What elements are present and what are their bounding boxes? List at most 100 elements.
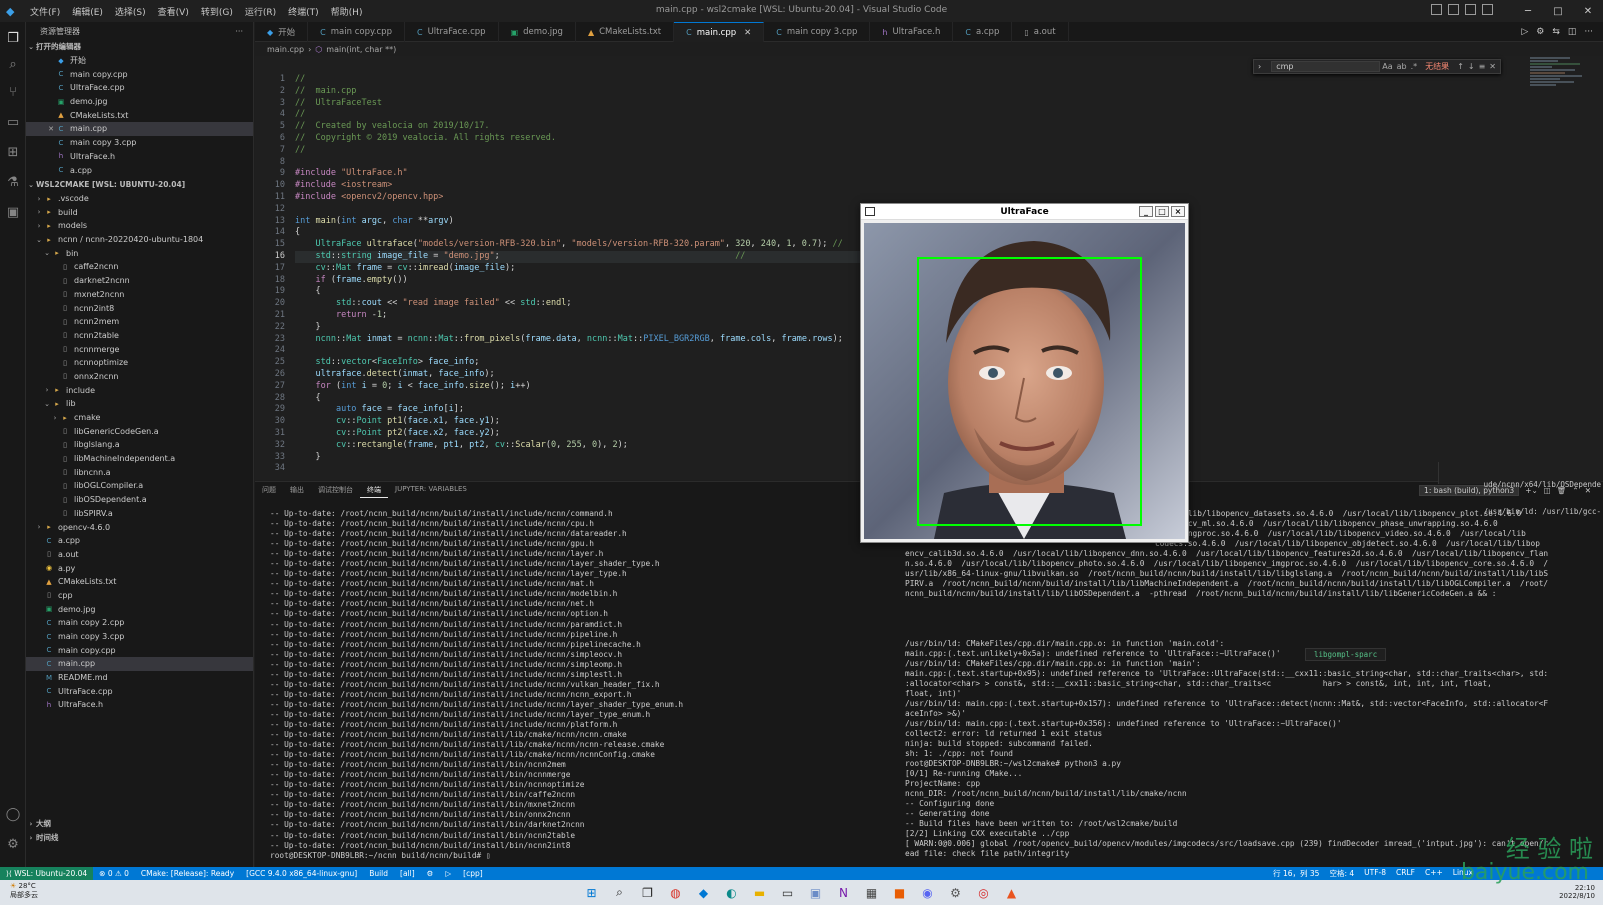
editor-tab[interactable]: C UltraFace.cpp [405, 22, 499, 42]
file-item[interactable]: ▯ ncnn2mem [26, 315, 253, 329]
regex-icon[interactable]: .* [1411, 62, 1418, 71]
terminal-icon[interactable]: ▭ [778, 884, 798, 902]
chevron-right-icon[interactable]: › [1258, 62, 1261, 71]
code-line[interactable]: // [295, 109, 1095, 121]
sidebar-section-header[interactable]: › 时间线 [26, 831, 253, 845]
file-item[interactable]: ▯ libMachineIndependent.a [26, 452, 253, 466]
vscode-icon[interactable]: ◆ [694, 884, 714, 902]
code-line[interactable]: // [295, 145, 1095, 157]
browser-icon[interactable]: ◎ [974, 884, 994, 902]
panel-tab[interactable]: 终端 [360, 482, 388, 498]
extensions-icon[interactable]: ⊞ [0, 138, 26, 166]
close-window-button[interactable]: ✕ [1573, 0, 1603, 22]
editor-tab[interactable]: ▲ CMakeLists.txt [576, 22, 675, 42]
menu-item[interactable]: 编辑(E) [66, 5, 109, 18]
open-editor-item[interactable]: ✕ Cmain.cpp [26, 122, 253, 136]
cursor-position[interactable]: 行 16，列 35 [1273, 868, 1319, 879]
folder-item[interactable]: › ▸ models [26, 219, 253, 233]
build-button[interactable]: Build [363, 869, 394, 878]
search-icon[interactable]: ⌕ [610, 884, 630, 902]
file-item[interactable]: ▯ libGenericCodeGen.a [26, 424, 253, 438]
ubuntu-icon[interactable]: ▲ [1002, 884, 1022, 902]
editor-tab[interactable]: h UltraFace.h [870, 22, 954, 42]
cmake-status[interactable]: CMake: [Release]: Ready [135, 869, 240, 878]
code-line[interactable]: #include <opencv2/opencv.hpp> [295, 192, 1095, 204]
editor-tab[interactable]: Ca.cpp [953, 22, 1013, 42]
menu-item[interactable]: 查看(V) [152, 5, 195, 18]
problems-indicator[interactable]: ⊗ 0 ⚠ 0 [93, 869, 135, 878]
terminal-left[interactable]: -- Up-to-date: /root/ncnn_build/ncnn/bui… [270, 509, 885, 859]
toggle-secondary-sidebar-icon[interactable] [1465, 4, 1476, 15]
file-item[interactable]: ▯ ncnnmerge [26, 342, 253, 356]
onenote-icon[interactable]: N [834, 884, 854, 902]
compare-icon[interactable]: ⇆ [1552, 27, 1560, 37]
terminal-right[interactable]: /local/lib/libopencv_datasets.so.4.6.0 /… [905, 509, 1595, 859]
folder-item[interactable]: › ▸ include [26, 383, 253, 397]
file-item[interactable]: ▯ libOGLCompiler.a [26, 479, 253, 493]
panel-tab[interactable]: 输出 [283, 482, 311, 498]
chrome-icon[interactable]: ◍ [666, 884, 686, 902]
file-item[interactable]: Cmain copy.cpp [26, 643, 253, 657]
run-icon[interactable]: ▷ [439, 869, 457, 878]
file-item[interactable]: ▯ onnx2ncnn [26, 370, 253, 384]
toggle-panel-icon[interactable] [1448, 4, 1459, 15]
file-item[interactable]: Cmain copy 3.cpp [26, 630, 253, 644]
ultraface-titlebar[interactable]: UltraFace _ □ × [861, 204, 1188, 220]
minimap[interactable] [1530, 56, 1590, 106]
split-editor-icon[interactable]: ◫ [1568, 27, 1577, 37]
open-editor-item[interactable]: C UltraFace.cpp [26, 81, 253, 95]
explorer-icon[interactable]: ❐ [0, 24, 26, 52]
panel-tab[interactable]: 调试控制台 [311, 482, 360, 498]
end-of-line[interactable]: CRLF [1396, 868, 1415, 879]
file-item[interactable]: ▯ ncnn2table [26, 329, 253, 343]
app-icon[interactable]: ■ [890, 884, 910, 902]
testing-icon[interactable]: ⚗ [0, 168, 26, 196]
remote-explorer-icon[interactable]: ▭ [0, 108, 26, 136]
folder-item[interactable]: › ▸ build [26, 205, 253, 219]
file-item[interactable]: ▯ libSPIRV.a [26, 507, 253, 521]
discord-icon[interactable]: ◉ [918, 884, 938, 902]
folder-item[interactable]: ⌄ ▸ bin [26, 246, 253, 260]
system-clock[interactable]: 22:10 2022/8/10 [1559, 884, 1595, 900]
source-control-icon[interactable]: ⑂ [0, 78, 26, 106]
language-mode[interactable]: C++ [1425, 868, 1443, 879]
debug-icon[interactable]: ⚙ [421, 869, 440, 878]
launch-target[interactable]: [cpp] [457, 869, 489, 878]
find-input[interactable]: cmp [1271, 61, 1381, 72]
account-icon[interactable]: ◯ [0, 800, 26, 828]
manage-gear-icon[interactable]: ⚙ [0, 830, 26, 858]
workspace-header[interactable]: ⌄ WSL2CMAKE [WSL: UBUNTU-20.04] [26, 178, 253, 192]
ultraface-maximize-button[interactable]: □ [1155, 206, 1169, 217]
maximize-button[interactable]: □ [1543, 0, 1573, 22]
code-line[interactable]: #include "UltraFace.h" [295, 168, 1095, 180]
folder-item[interactable]: › ▸ .vscode [26, 192, 253, 206]
code-line[interactable]: // Copyright © 2019 vealocia. All rights… [295, 133, 1095, 145]
menu-item[interactable]: 转到(G) [195, 5, 239, 18]
file-item[interactable]: ▯ mxnet2ncnn [26, 288, 253, 302]
editor-tab[interactable]: ▯ a.out [1012, 22, 1069, 42]
folder-item[interactable]: ⌄ ▸ ncnn / ncnn-20220420-ubuntu-1804 [26, 233, 253, 247]
file-item[interactable]: h UltraFace.h [26, 698, 253, 712]
remote-indicator[interactable]: ⟩⟨ WSL: Ubuntu-20.04 [0, 867, 94, 880]
code-line[interactable] [295, 157, 1095, 169]
task-view-icon[interactable]: ❐ [638, 884, 658, 902]
open-editors-header[interactable]: ⌄ 打开的编辑器 [26, 40, 253, 54]
match-case-icon[interactable]: Aa [1382, 62, 1392, 71]
file-item[interactable]: ▯ libglslang.a [26, 438, 253, 452]
cmake-kit[interactable]: [GCC 9.4.0 x86_64-linux-gnu] [240, 869, 363, 878]
file-item[interactable]: Cmain.cpp [26, 657, 253, 671]
file-item[interactable]: ▲ CMakeLists.txt [26, 575, 253, 589]
file-item[interactable]: ▯ ncnnoptimize [26, 356, 253, 370]
arrow-up-icon[interactable]: ↑ [1457, 62, 1464, 71]
code-line[interactable]: // [295, 74, 1095, 86]
folder-item[interactable]: › ▸ opencv-4.6.0 [26, 520, 253, 534]
more-actions-icon[interactable]: ··· [235, 27, 243, 36]
menu-item[interactable]: 选择(S) [109, 5, 152, 18]
code-line[interactable]: // Created by vealocia on 2019/10/17. [295, 121, 1095, 133]
open-editor-item[interactable]: Cmain copy 3.cpp [26, 136, 253, 150]
code-line[interactable]: // UltraFaceTest [295, 98, 1095, 110]
sidebar-section-header[interactable]: › 大纲 [26, 817, 253, 831]
folder-item[interactable]: ⌄ ▸ lib [26, 397, 253, 411]
open-editor-item[interactable]: ▲ CMakeLists.txt [26, 108, 253, 122]
file-item[interactable]: C UltraFace.cpp [26, 684, 253, 698]
